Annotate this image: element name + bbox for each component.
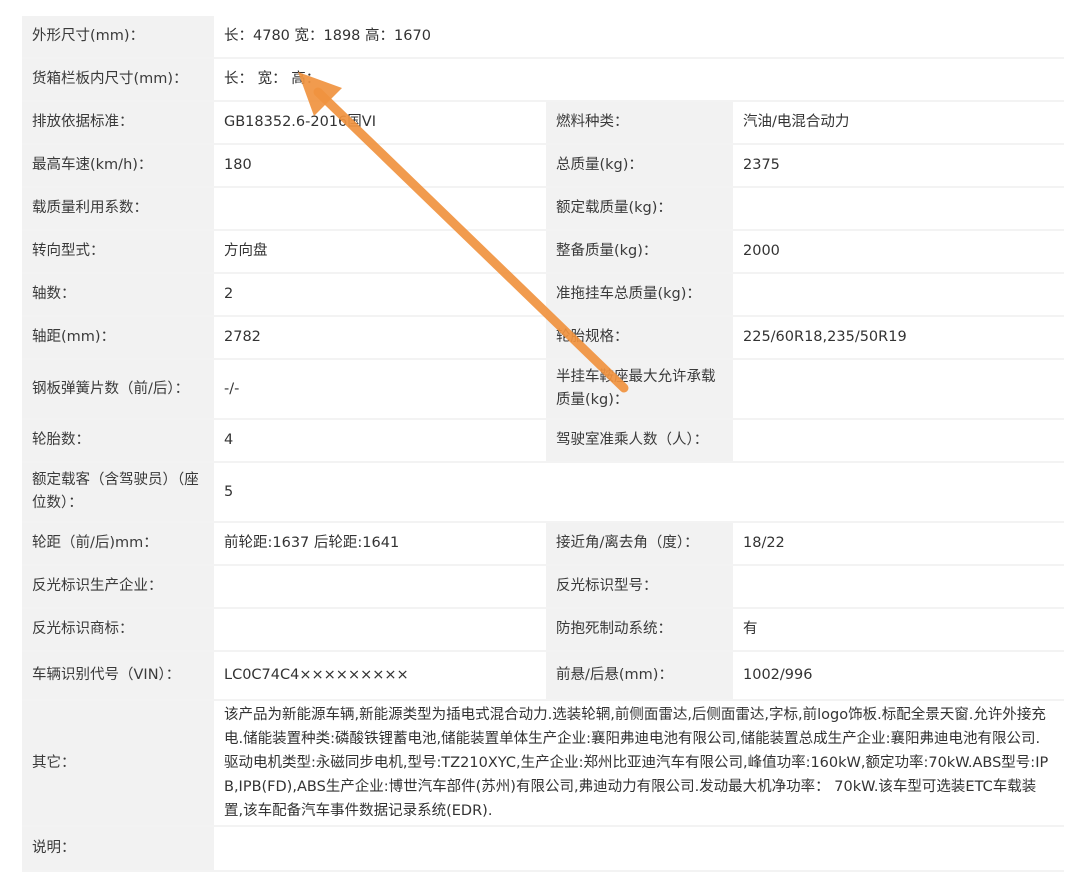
value-dimensions: 长：4780 宽：1898 高：1670 — [214, 16, 1064, 59]
value-tire-spec: 225/60R18,235/50R19 — [733, 317, 1064, 360]
spec-row-other: 其它： 该产品为新能源车辆,新能源类型为插电式混合动力.选装轮辋,前侧面雷达,后… — [22, 701, 1064, 827]
label-dimensions: 外形尺寸(mm)： — [22, 16, 214, 59]
value-rated-seats: 5 — [214, 463, 1064, 523]
value-cab-occupants — [733, 420, 1064, 463]
spec-row: 车辆识别代号（VIN）： LC0C74C4××××××××× 前悬/后悬(mm)… — [22, 652, 1064, 701]
label-reflector-maker: 反光标识生产企业： — [22, 566, 214, 609]
label-rated-seats: 额定载客（含驾驶员）（座位数）： — [22, 463, 214, 523]
label-rated-load: 额定载质量(kg)： — [546, 188, 733, 231]
spec-row-cargo-box: 货箱栏板内尺寸(mm)： 长： 宽： 高： — [22, 59, 1064, 102]
value-leaf-springs: -/- — [214, 360, 546, 420]
label-tire-spec: 轮胎规格： — [546, 317, 733, 360]
label-track-width: 轮距（前/后)mm： — [22, 523, 214, 566]
label-fuel-type: 燃料种类： — [546, 102, 733, 145]
value-load-coefficient — [214, 188, 546, 231]
label-notes: 说明： — [22, 827, 214, 872]
spec-row: 转向型式： 方向盘 整备质量(kg)： 2000 — [22, 231, 1064, 274]
value-total-mass: 2375 — [733, 145, 1064, 188]
value-overhang: 1002/996 — [733, 652, 1064, 701]
value-notes — [214, 827, 1064, 872]
value-rated-load — [733, 188, 1064, 231]
value-saddle-load — [733, 360, 1064, 420]
label-saddle-load: 半挂车鞍座最大允许承载质量(kg)： — [546, 360, 733, 420]
label-emission-standard: 排放依据标准： — [22, 102, 214, 145]
value-fuel-type: 汽油/电混合动力 — [733, 102, 1064, 145]
label-cab-occupants: 驾驶室准乘人数（人）： — [546, 420, 733, 463]
label-leaf-springs: 钢板弹簧片数（前/后）： — [22, 360, 214, 420]
label-other: 其它： — [22, 701, 214, 827]
label-overhang: 前悬/后悬(mm)： — [546, 652, 733, 701]
label-curb-mass: 整备质量(kg)： — [546, 231, 733, 274]
label-total-mass: 总质量(kg)： — [546, 145, 733, 188]
value-axle-count: 2 — [214, 274, 546, 317]
label-tire-count: 轮胎数： — [22, 420, 214, 463]
spec-row: 轴数： 2 准拖挂车总质量(kg)： — [22, 274, 1064, 317]
spec-row: 反光标识生产企业： 反光标识型号： — [22, 566, 1064, 609]
label-trailer-mass: 准拖挂车总质量(kg)： — [546, 274, 733, 317]
value-reflector-maker — [214, 566, 546, 609]
spec-row-seats: 额定载客（含驾驶员）（座位数）： 5 — [22, 463, 1064, 523]
label-reflector-model: 反光标识型号： — [546, 566, 733, 609]
spec-row-notes: 说明： — [22, 827, 1064, 872]
label-steering-type: 转向型式： — [22, 231, 214, 274]
label-max-speed: 最高车速(km/h)： — [22, 145, 214, 188]
value-curb-mass: 2000 — [733, 231, 1064, 274]
value-trailer-mass — [733, 274, 1064, 317]
value-approach-departure: 18/22 — [733, 523, 1064, 566]
spec-row: 载质量利用系数： 额定载质量(kg)： — [22, 188, 1064, 231]
spec-row: 反光标识商标： 防抱死制动系统： 有 — [22, 609, 1064, 652]
value-vin: LC0C74C4××××××××× — [214, 652, 546, 701]
value-wheelbase: 2782 — [214, 317, 546, 360]
label-cargo-box: 货箱栏板内尺寸(mm)： — [22, 59, 214, 102]
vehicle-spec-table: 外形尺寸(mm)： 长：4780 宽：1898 高：1670 货箱栏板内尺寸(m… — [22, 16, 1064, 872]
spec-row: 轮距（前/后)mm： 前轮距:1637 后轮距:1641 接近角/离去角（度）：… — [22, 523, 1064, 566]
spec-row-dimensions: 外形尺寸(mm)： 长：4780 宽：1898 高：1670 — [22, 16, 1064, 59]
value-other: 该产品为新能源车辆,新能源类型为插电式混合动力.选装轮辋,前侧面雷达,后侧面雷达… — [214, 701, 1064, 827]
value-reflector-brand — [214, 609, 546, 652]
label-approach-departure: 接近角/离去角（度）： — [546, 523, 733, 566]
spec-row: 排放依据标准： GB18352.6-2016国VI 燃料种类： 汽油/电混合动力 — [22, 102, 1064, 145]
value-max-speed: 180 — [214, 145, 546, 188]
label-load-coefficient: 载质量利用系数： — [22, 188, 214, 231]
spec-row: 最高车速(km/h)： 180 总质量(kg)： 2375 — [22, 145, 1064, 188]
value-track-width: 前轮距:1637 后轮距:1641 — [214, 523, 546, 566]
label-reflector-brand: 反光标识商标： — [22, 609, 214, 652]
spec-row: 轴距(mm)： 2782 轮胎规格： 225/60R18,235/50R19 — [22, 317, 1064, 360]
value-reflector-model — [733, 566, 1064, 609]
label-vin: 车辆识别代号（VIN）： — [22, 652, 214, 701]
spec-row: 钢板弹簧片数（前/后）： -/- 半挂车鞍座最大允许承载质量(kg)： — [22, 360, 1064, 420]
value-abs: 有 — [733, 609, 1064, 652]
value-cargo-box: 长： 宽： 高： — [214, 59, 1064, 102]
value-steering-type: 方向盘 — [214, 231, 546, 274]
value-emission-standard: GB18352.6-2016国VI — [214, 102, 546, 145]
value-tire-count: 4 — [214, 420, 546, 463]
label-abs: 防抱死制动系统： — [546, 609, 733, 652]
label-wheelbase: 轴距(mm)： — [22, 317, 214, 360]
label-axle-count: 轴数： — [22, 274, 214, 317]
spec-row: 轮胎数： 4 驾驶室准乘人数（人）： — [22, 420, 1064, 463]
